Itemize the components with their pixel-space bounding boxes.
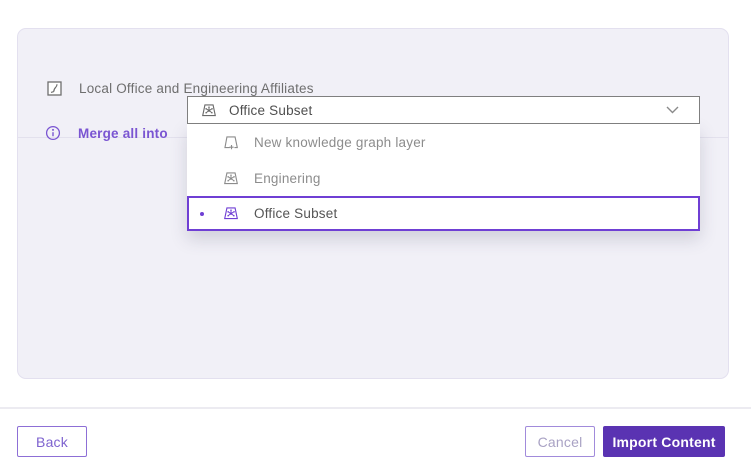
source-layer-label: Local Office and Engineering Affiliates	[79, 81, 314, 96]
knowledge-graph-layer-icon	[200, 102, 218, 119]
knowledge-graph-layer-icon	[222, 205, 240, 222]
menu-item-label: New knowledge graph layer	[254, 135, 426, 150]
layer-edit-checkbox-icon[interactable]	[47, 81, 62, 96]
menu-item-label: Enginering	[254, 171, 321, 186]
import-content-button[interactable]: Import Content	[603, 426, 725, 457]
source-layer-row: Local Office and Engineering Affiliates	[47, 81, 314, 96]
menu-item-new-knowledge-graph-layer[interactable]: New knowledge graph layer	[187, 124, 700, 160]
menu-item-office-subset-selected[interactable]: Office Subset	[187, 196, 700, 231]
merge-target-select[interactable]: Office Subset	[187, 96, 700, 124]
info-icon[interactable]	[45, 125, 61, 141]
menu-item-label: Office Subset	[254, 206, 337, 221]
selected-bullet-dot	[200, 212, 204, 216]
menu-item-enginering[interactable]: Enginering	[187, 160, 700, 196]
merge-all-into-label: Merge all into	[78, 126, 168, 141]
merge-row: Merge all into	[45, 125, 168, 141]
back-button[interactable]: Back	[17, 426, 87, 457]
chevron-down-icon	[666, 106, 679, 114]
footer-divider	[0, 407, 751, 409]
knowledge-graph-layer-icon	[222, 170, 240, 187]
new-knowledge-graph-layer-icon	[222, 134, 240, 151]
merge-target-menu: New knowledge graph layer Enginering	[187, 124, 700, 231]
selected-layer-value: Office Subset	[229, 103, 655, 118]
cancel-button[interactable]: Cancel	[525, 426, 595, 457]
